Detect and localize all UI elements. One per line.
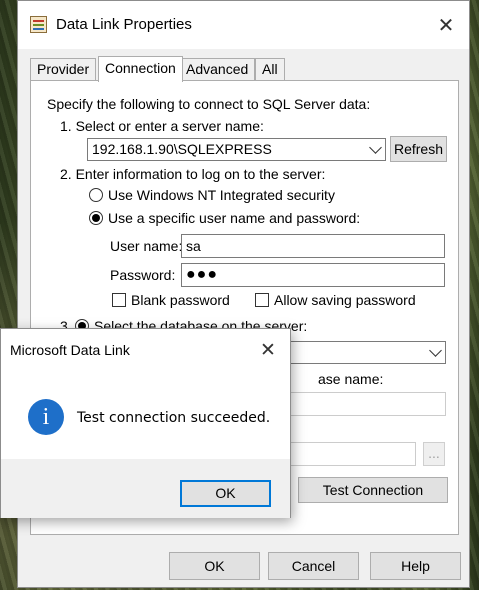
help-button[interactable]: Help bbox=[370, 552, 461, 580]
close-icon[interactable]: ✕ bbox=[246, 329, 290, 371]
message-box: Microsoft Data Link ✕ i Test connection … bbox=[0, 328, 291, 518]
radio-nt-security[interactable] bbox=[89, 188, 103, 202]
server-name-combo[interactable]: 192.168.1.90\SQLEXPRESS bbox=[87, 138, 386, 161]
tab-provider[interactable]: Provider bbox=[30, 58, 97, 80]
tab-connection[interactable]: Connection bbox=[98, 56, 183, 82]
radio-specific-user[interactable] bbox=[89, 211, 103, 225]
close-icon[interactable]: ✕ bbox=[423, 1, 469, 49]
allow-saving-password-label: Allow saving password bbox=[274, 292, 416, 308]
message-ok-button[interactable]: OK bbox=[180, 480, 271, 507]
message-box-title: Microsoft Data Link bbox=[10, 342, 130, 358]
browse-button[interactable]: ... bbox=[423, 442, 445, 466]
chevron-down-icon[interactable] bbox=[429, 344, 442, 357]
step1-label: 1. Select or enter a server name: bbox=[60, 118, 264, 134]
ok-button[interactable]: OK bbox=[169, 552, 260, 580]
test-connection-button[interactable]: Test Connection bbox=[298, 477, 448, 503]
info-icon: i bbox=[28, 399, 64, 435]
username-input[interactable]: sa bbox=[181, 234, 445, 258]
window-title: Data Link Properties bbox=[56, 16, 192, 33]
username-label: User name: bbox=[110, 238, 183, 254]
message-text: Test connection succeeded. bbox=[77, 410, 271, 426]
refresh-button[interactable]: Refresh bbox=[390, 136, 447, 162]
data-link-app-icon bbox=[30, 16, 47, 33]
step2-label: 2. Enter information to log on to the se… bbox=[60, 166, 326, 182]
message-box-footer: OK bbox=[1, 459, 290, 518]
blank-password-label: Blank password bbox=[131, 292, 230, 308]
attach-db-label: ase name: bbox=[318, 371, 384, 387]
title-bar: Data Link Properties ✕ bbox=[18, 1, 469, 49]
radio-specific-label: Use a specific user name and password: bbox=[108, 210, 361, 226]
intro-text: Specify the following to connect to SQL … bbox=[47, 96, 371, 112]
blank-password-checkbox[interactable] bbox=[112, 293, 126, 307]
tab-all[interactable]: All bbox=[255, 58, 285, 80]
chevron-down-icon[interactable] bbox=[369, 141, 382, 154]
cancel-button[interactable]: Cancel bbox=[268, 552, 359, 580]
password-input[interactable]: ●●● bbox=[181, 263, 445, 287]
radio-nt-label: Use Windows NT Integrated security bbox=[108, 187, 335, 203]
allow-saving-password-checkbox[interactable] bbox=[255, 293, 269, 307]
password-label: Password: bbox=[110, 267, 176, 283]
server-name-value: 192.168.1.90\SQLEXPRESS bbox=[92, 141, 272, 157]
tab-advanced[interactable]: Advanced bbox=[179, 58, 256, 80]
